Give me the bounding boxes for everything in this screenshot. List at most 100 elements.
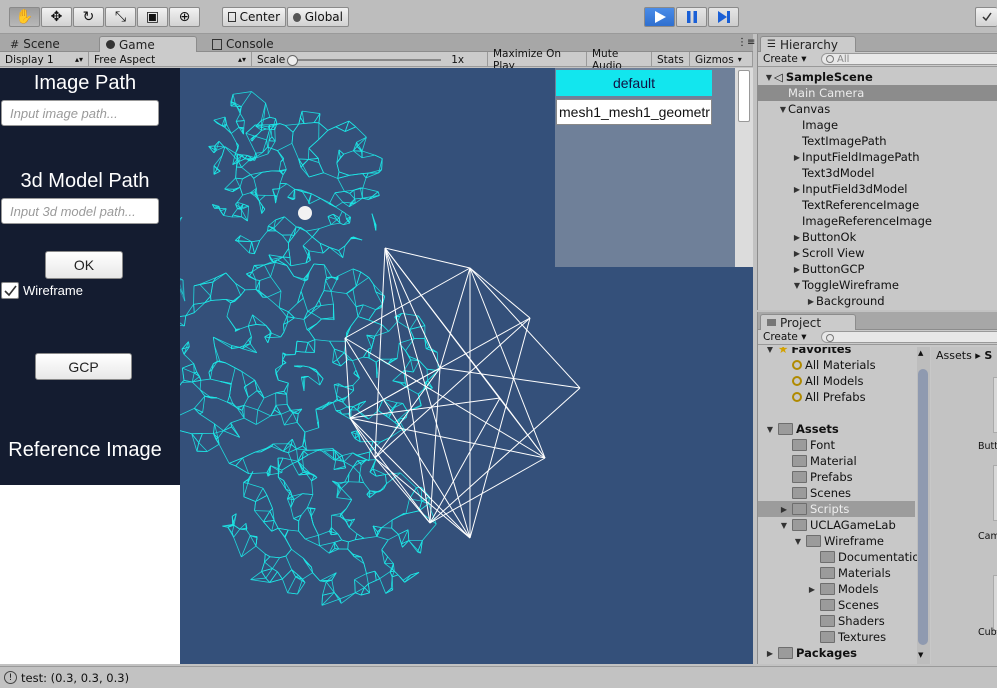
expand-arrow-icon[interactable]: ▶ [807, 585, 817, 594]
project-tree-item[interactable]: All Prefabs [758, 389, 866, 405]
expand-arrow-icon[interactable]: ▶ [792, 185, 802, 194]
transform-tool-button[interactable]: ⊕ [169, 7, 200, 27]
expand-arrow-icon[interactable]: ▶ [806, 297, 816, 306]
maximize-on-play-toggle[interactable]: Maximize On Play [488, 48, 587, 72]
asset-thumbnail[interactable] [993, 465, 997, 521]
project-tree-item[interactable]: ▼ ★ Favorites [758, 347, 852, 357]
scroll-item-mesh[interactable]: mesh1_mesh1_geometr [556, 99, 712, 125]
scroll-down-arrow-icon[interactable]: ▼ [918, 651, 923, 659]
project-tree-item[interactable]: ▶ Packages [758, 645, 857, 661]
expand-arrow-icon[interactable]: ▼ [765, 347, 775, 354]
expand-arrow-icon[interactable]: ▶ [779, 505, 789, 514]
asset-thumbnail[interactable] [993, 377, 997, 433]
hierarchy-item[interactable]: ▶ ButtonGCP [758, 261, 997, 277]
expand-arrow-icon[interactable]: ▼ [764, 73, 774, 82]
project-tree-item[interactable]: Material [758, 453, 857, 469]
move-tool-button[interactable]: ✥ [41, 7, 72, 27]
breadcrumb-assets[interactable]: Assets [936, 349, 972, 362]
hierarchy-item[interactable]: Text3dModel [758, 165, 997, 181]
hierarchy-item[interactable]: ▼ Canvas [758, 101, 997, 117]
expand-arrow-icon[interactable]: ▶ [792, 153, 802, 162]
project-tree-item[interactable]: ▶ Scripts [758, 501, 915, 517]
step-button[interactable] [708, 7, 739, 27]
hierarchy-item[interactable]: ▶ InputField3dModel [758, 181, 997, 197]
hierarchy-create-dropdown[interactable]: Create ▾ [763, 53, 807, 65]
project-tree-item[interactable]: Materials [758, 565, 891, 581]
gcp-button[interactable]: GCP [35, 353, 132, 380]
scrollbar-thumb[interactable] [918, 369, 928, 645]
hierarchy-search-input[interactable]: All [821, 53, 997, 65]
ok-button[interactable]: OK [45, 251, 123, 279]
wireframe-checkbox[interactable] [1, 282, 19, 299]
expand-arrow-icon[interactable]: ▼ [792, 281, 802, 290]
project-tree-item[interactable]: All Materials [758, 357, 876, 373]
scroll-view-scrollbar[interactable] [735, 68, 753, 267]
scroll-view[interactable]: default mesh1_mesh1_geometr [555, 68, 753, 267]
hierarchy-item[interactable]: TextReferenceImage [758, 197, 997, 213]
rect-tool-button[interactable]: ▣ [137, 7, 168, 27]
hierarchy-item[interactable]: ▶ InputFieldImagePath [758, 149, 997, 165]
tab-hierarchy[interactable]: ☰ Hierarchy [760, 36, 856, 52]
project-tree-item[interactable]: Scenes [758, 597, 879, 613]
pause-button[interactable] [676, 7, 707, 27]
expand-arrow-icon[interactable]: ▶ [765, 649, 775, 658]
expand-arrow-icon[interactable]: ▼ [778, 105, 788, 114]
scrollbar-thumb[interactable] [738, 70, 750, 122]
tab-game[interactable]: Game [99, 36, 197, 52]
hierarchy-item[interactable]: ▼ ◁ SampleScene [758, 69, 997, 85]
expand-arrow-icon[interactable]: ▶ [792, 249, 802, 258]
hierarchy-item[interactable]: Image [758, 117, 997, 133]
aspect-dropdown[interactable]: Free Aspect ▴▾ [89, 52, 252, 67]
hierarchy-item[interactable]: ▶ Scroll View [758, 245, 997, 261]
project-tree-item[interactable]: Prefabs [758, 469, 853, 485]
tab-console[interactable]: Console [206, 36, 280, 52]
expand-arrow-icon[interactable]: ▼ [793, 537, 803, 546]
scroll-item-default[interactable]: default [556, 70, 712, 96]
expand-arrow-icon[interactable]: ▶ [792, 233, 802, 242]
hierarchy-item[interactable]: ▶ ButtonOk [758, 229, 997, 245]
hierarchy-item[interactable]: ImageReferenceImage [758, 213, 997, 229]
scale-slider-thumb[interactable] [287, 54, 299, 66]
project-tree-item[interactable]: ▼ UCLAGameLab [758, 517, 896, 533]
status-bar[interactable]: ! test: (0.3, 0.3, 0.3) [0, 666, 997, 688]
hand-tool-button[interactable]: ✋ [9, 7, 40, 27]
expand-arrow-icon[interactable]: ▼ [779, 521, 789, 530]
project-tree-item[interactable]: ▼ Wireframe [758, 533, 884, 549]
hierarchy-item[interactable]: Main Camera [758, 85, 997, 101]
scroll-up-arrow-icon[interactable]: ▲ [918, 349, 923, 357]
mute-audio-toggle[interactable]: Mute Audio [587, 48, 652, 72]
game-view[interactable]: Image Path Input image path... 3d Model … [0, 68, 753, 664]
model-path-input[interactable]: Input 3d model path... [1, 198, 159, 224]
display-dropdown[interactable]: Display 1 ▴▾ [0, 52, 89, 67]
project-tree-scrollbar[interactable]: ▲ ▼ [917, 347, 930, 664]
play-button[interactable] [644, 7, 675, 27]
hierarchy-item[interactable]: ▼ ToggleWireframe [758, 277, 997, 293]
scale-slider-track[interactable] [287, 54, 442, 66]
tab-project[interactable]: Project [760, 314, 856, 330]
stats-toggle[interactable]: Stats [652, 52, 690, 67]
hierarchy-item[interactable]: ▶ Background [758, 293, 997, 309]
asset-thumbnail[interactable] [993, 575, 997, 631]
project-tree-item[interactable]: Shaders [758, 613, 885, 629]
pivot-global-button[interactable]: Global [287, 7, 349, 27]
hierarchy-item[interactable]: TextImagePath [758, 133, 997, 149]
expand-arrow-icon[interactable]: ▶ [792, 265, 802, 274]
project-tree-item[interactable]: All Models [758, 373, 863, 389]
project-tree-item[interactable]: Textures [758, 629, 886, 645]
tab-scene[interactable]: # Scene [4, 36, 66, 52]
project-tree-item[interactable]: ▶ Models [758, 581, 879, 597]
pivot-center-button[interactable]: Center [222, 7, 286, 27]
scale-tool-button[interactable]: ⤡ [105, 7, 136, 27]
gizmos-dropdown[interactable]: Gizmos ▾ [690, 52, 753, 67]
image-path-input[interactable]: Input image path... [1, 100, 159, 126]
panel-menu-icon[interactable]: ⋮≡ [737, 37, 755, 48]
project-create-dropdown[interactable]: Create ▾ [763, 331, 807, 343]
rotate-tool-button[interactable]: ↻ [73, 7, 104, 27]
account-checkbox[interactable] [975, 7, 997, 27]
breadcrumb-next[interactable]: S [984, 349, 992, 362]
project-tree-item[interactable]: Font [758, 437, 835, 453]
project-search-input[interactable] [821, 331, 997, 343]
project-tree-item[interactable]: ▼ Assets [758, 421, 839, 437]
project-tree-item[interactable]: Documentation [758, 549, 918, 565]
project-tree-item[interactable]: Scenes [758, 485, 851, 501]
